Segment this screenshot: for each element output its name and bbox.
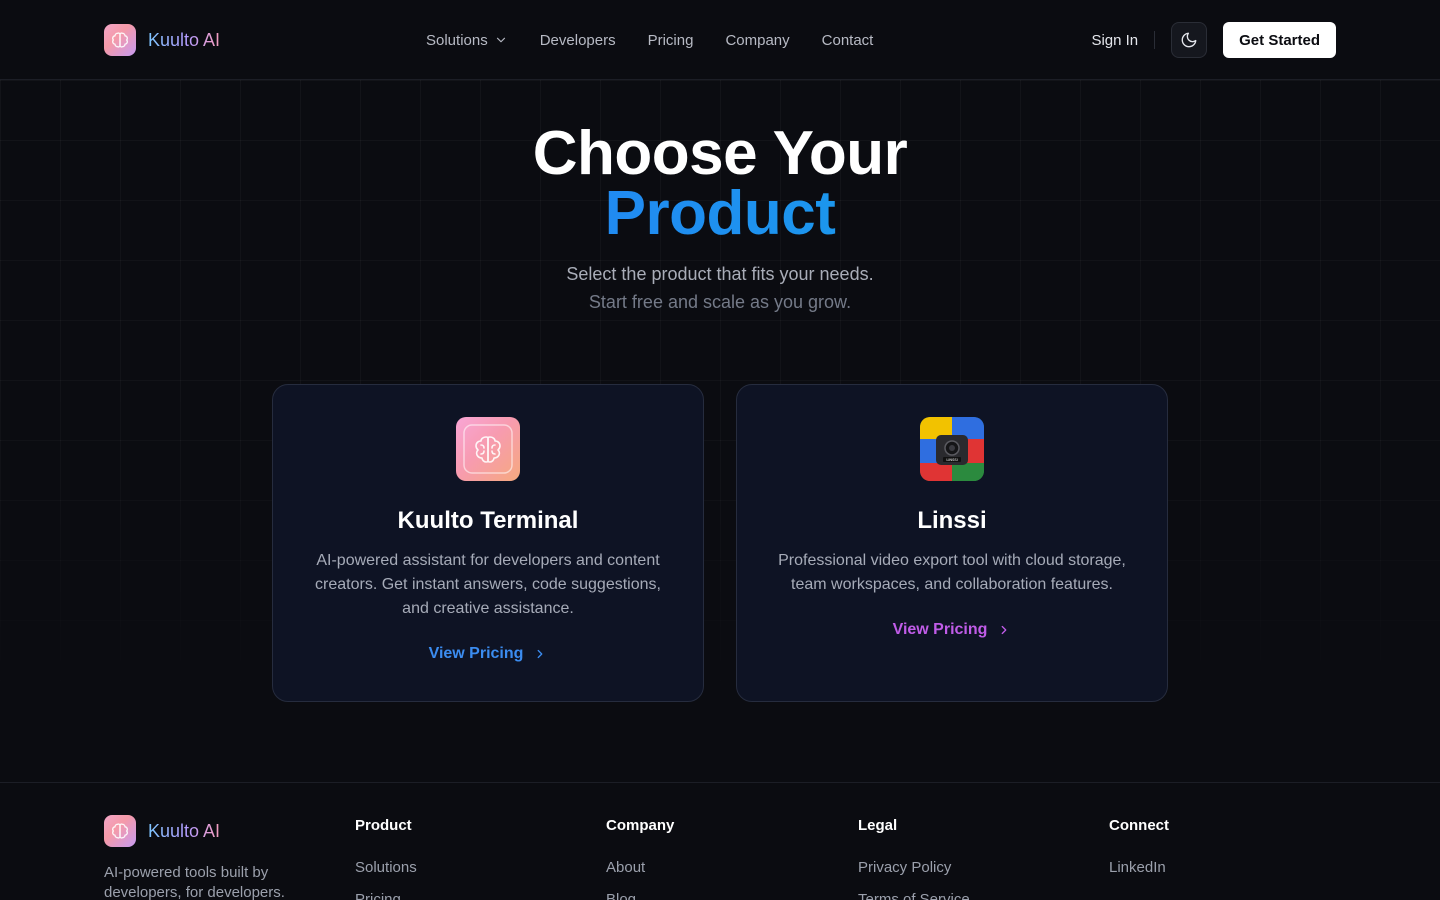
footer-link-about[interactable]: About (606, 852, 674, 884)
footer-link-blog[interactable]: Blog (606, 884, 674, 900)
view-pricing-label: View Pricing (892, 621, 988, 638)
view-pricing-label: View Pricing (428, 645, 524, 662)
brain-icon (104, 24, 136, 56)
header-actions: Sign In Get Started (1091, 22, 1336, 58)
chevron-right-icon (538, 649, 543, 659)
footer-column-legal: Legal Privacy Policy Terms of Service (858, 817, 970, 900)
nav-company[interactable]: Company (725, 32, 789, 49)
hero-subtitle-secondary: Start free and scale as you grow. (588, 292, 852, 312)
nav-pricing[interactable]: Pricing (648, 32, 694, 49)
footer-heading: Legal (858, 817, 898, 834)
site-footer: Kuulto AI AI-powered tools built by deve… (0, 782, 1440, 900)
brand-name: Kuulto AI (148, 29, 221, 50)
footer-link-privacy-policy[interactable]: Privacy Policy (858, 852, 970, 884)
nav-contact-label: Contact (821, 31, 874, 49)
footer-heading: Connect (1109, 817, 1169, 834)
title-line-2-accent: Product (0, 183, 1440, 245)
product-description: Professional video export tool with clou… (778, 552, 1126, 593)
top-navigation-bar: Kuulto AI Solutions Developers Pricing C… (0, 0, 1440, 80)
footer-heading: Product (355, 817, 412, 834)
page-title: Choose Your Product (0, 119, 1440, 245)
nav-contact[interactable]: Contact (822, 32, 874, 49)
product-description: AI-powered assistant for developers and … (315, 552, 661, 617)
chevron-right-icon (1002, 625, 1007, 635)
footer-column-product: Product Solutions Pricing (355, 817, 417, 900)
product-card-kuulto-terminal[interactable]: Kuulto Terminal AI-powered assistant for… (272, 384, 704, 702)
moon-icon (1181, 32, 1197, 48)
product-card-linssi[interactable]: LINSSI Linssi Professional video export … (736, 384, 1168, 702)
theme-toggle-button[interactable] (1171, 22, 1208, 58)
hero-subtitle: Select the product that fits your needs. (566, 264, 874, 284)
footer-link-linkedin[interactable]: LinkedIn (1109, 852, 1169, 884)
get-started-button[interactable]: Get Started (1223, 22, 1336, 58)
chevron-down-icon (496, 37, 505, 43)
sign-in-link[interactable]: Sign In (1091, 32, 1138, 49)
camera-icon: LINSSI (920, 417, 984, 481)
divider (1154, 31, 1156, 49)
footer-tagline: AI-powered tools built by developers, fo… (104, 864, 285, 900)
hero-section: Choose Your Product Select the product t… (0, 119, 1440, 316)
nav-developers[interactable]: Developers (540, 32, 616, 49)
product-title: Kuulto Terminal (397, 507, 579, 534)
footer-brand-name: Kuulto AI (148, 820, 221, 841)
footer-heading: Company (606, 817, 675, 834)
product-title: Linssi (917, 507, 987, 534)
footer-link-pricing[interactable]: Pricing (355, 884, 417, 900)
brand-logo-link[interactable]: Kuulto AI (104, 24, 220, 56)
view-pricing-link[interactable]: View Pricing (893, 621, 1012, 639)
nav-pricing-label: Pricing (647, 31, 694, 49)
view-pricing-link[interactable]: View Pricing (429, 645, 548, 663)
nav-solutions-label: Solutions (426, 31, 488, 49)
main-nav: Solutions Developers Pricing Company Con… (426, 0, 905, 80)
nav-solutions[interactable]: Solutions (426, 32, 508, 49)
footer-link-solutions[interactable]: Solutions (355, 852, 417, 884)
nav-developers-label: Developers (539, 31, 616, 49)
footer-link-terms-of-service[interactable]: Terms of Service (858, 884, 970, 900)
footer-column-connect: Connect LinkedIn (1109, 817, 1169, 884)
brain-icon (456, 417, 520, 481)
brain-icon (104, 815, 136, 847)
title-line-1: Choose Your (532, 119, 908, 188)
nav-company-label: Company (725, 31, 790, 49)
footer-brand[interactable]: Kuulto AI (104, 815, 220, 847)
icon-badge-text: LINSSI (946, 458, 957, 462)
footer-column-company: Company About Blog (606, 817, 674, 900)
